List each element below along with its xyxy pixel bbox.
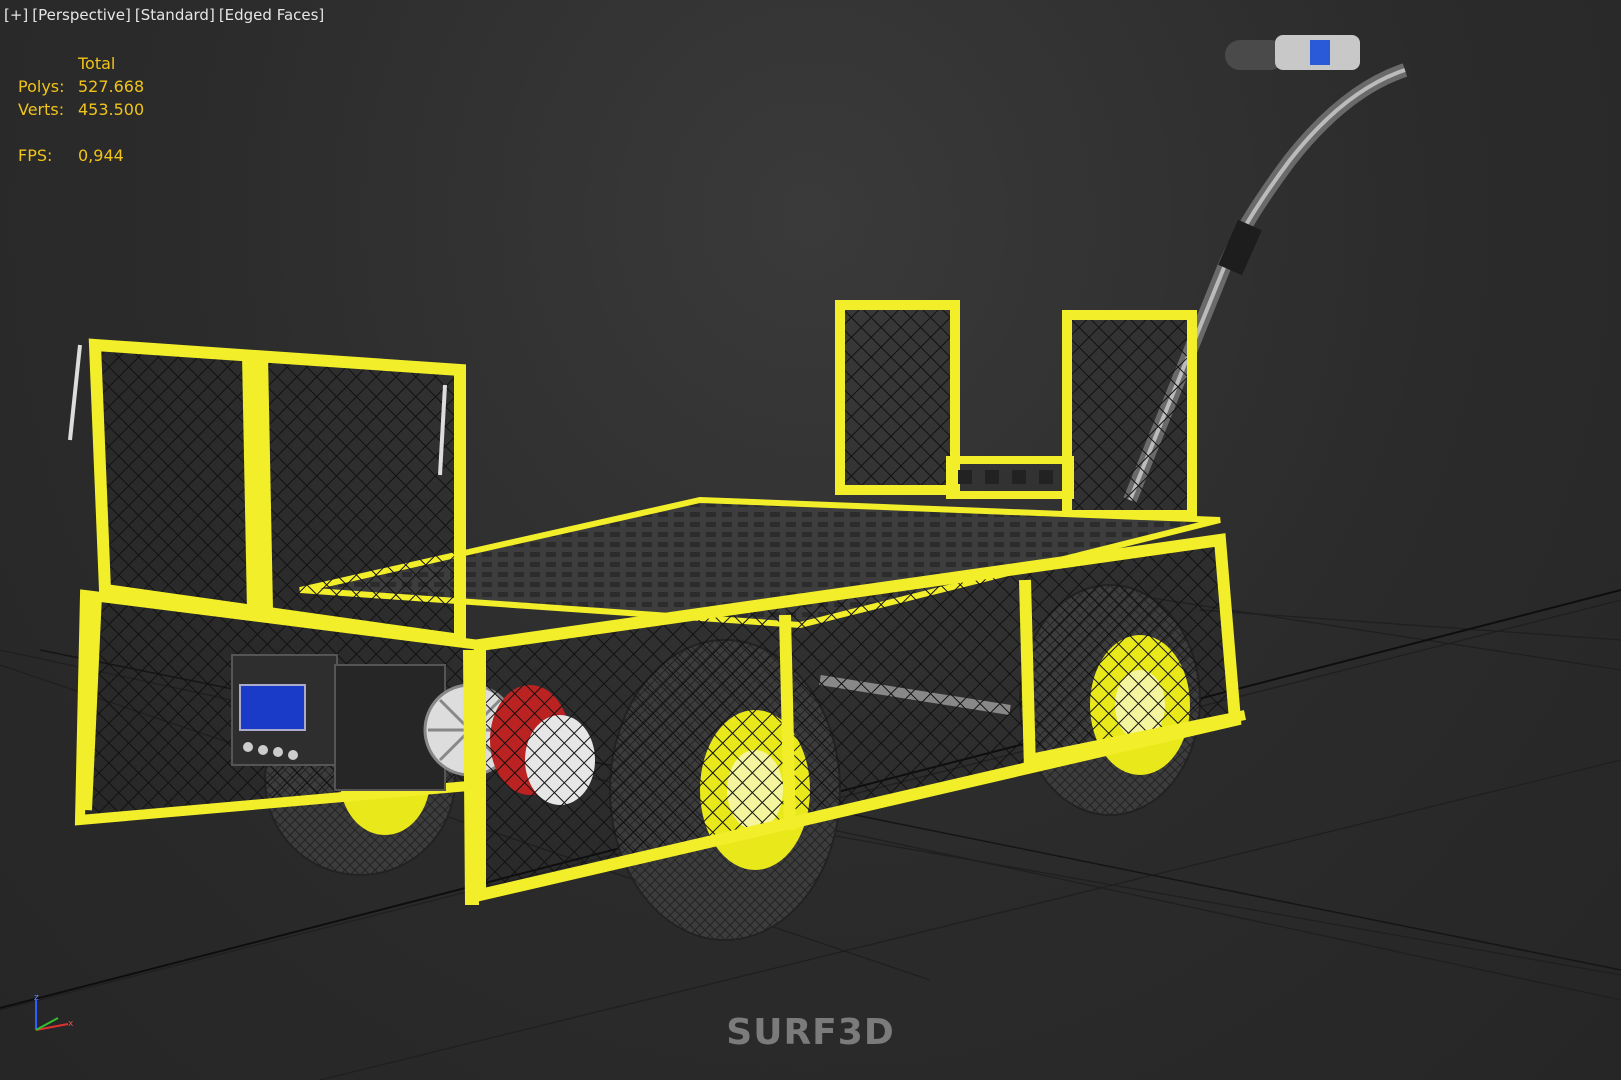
axis-z-label: z (34, 994, 39, 1003)
viewport-label-menu[interactable]: [+] [Perspective] [Standard] [Edged Faces] (4, 6, 328, 24)
watermark: SURF3D (726, 1012, 895, 1053)
stats-header: Total (78, 54, 116, 73)
viewport-perspective[interactable]: [+] [Perspective] [Standard] [Edged Faces] … (0, 0, 1621, 1080)
verts-value: 453.500 (78, 100, 145, 119)
polys-value: 527.668 (78, 77, 145, 96)
verts-label: Verts: (18, 100, 65, 119)
fps-label: FPS: (18, 146, 53, 165)
viewport-plus-menu[interactable]: [+] (4, 6, 28, 24)
polys-label: Polys: (18, 77, 65, 96)
cart-scene[interactable] (0, 0, 1621, 1080)
viewport-perspective-menu[interactable]: [Perspective] (32, 6, 131, 24)
viewport-standard-menu[interactable]: [Standard] (135, 6, 215, 24)
back-gate-right (946, 310, 1197, 520)
fps-value: 0,944 (78, 146, 124, 165)
stats-overlay: Total Polys: 527.668 Verts: 453.500 FPS: 0,… (18, 52, 144, 167)
back-gate-left (835, 300, 960, 495)
viewport-shading-menu[interactable]: [Edged Faces] (219, 6, 324, 24)
